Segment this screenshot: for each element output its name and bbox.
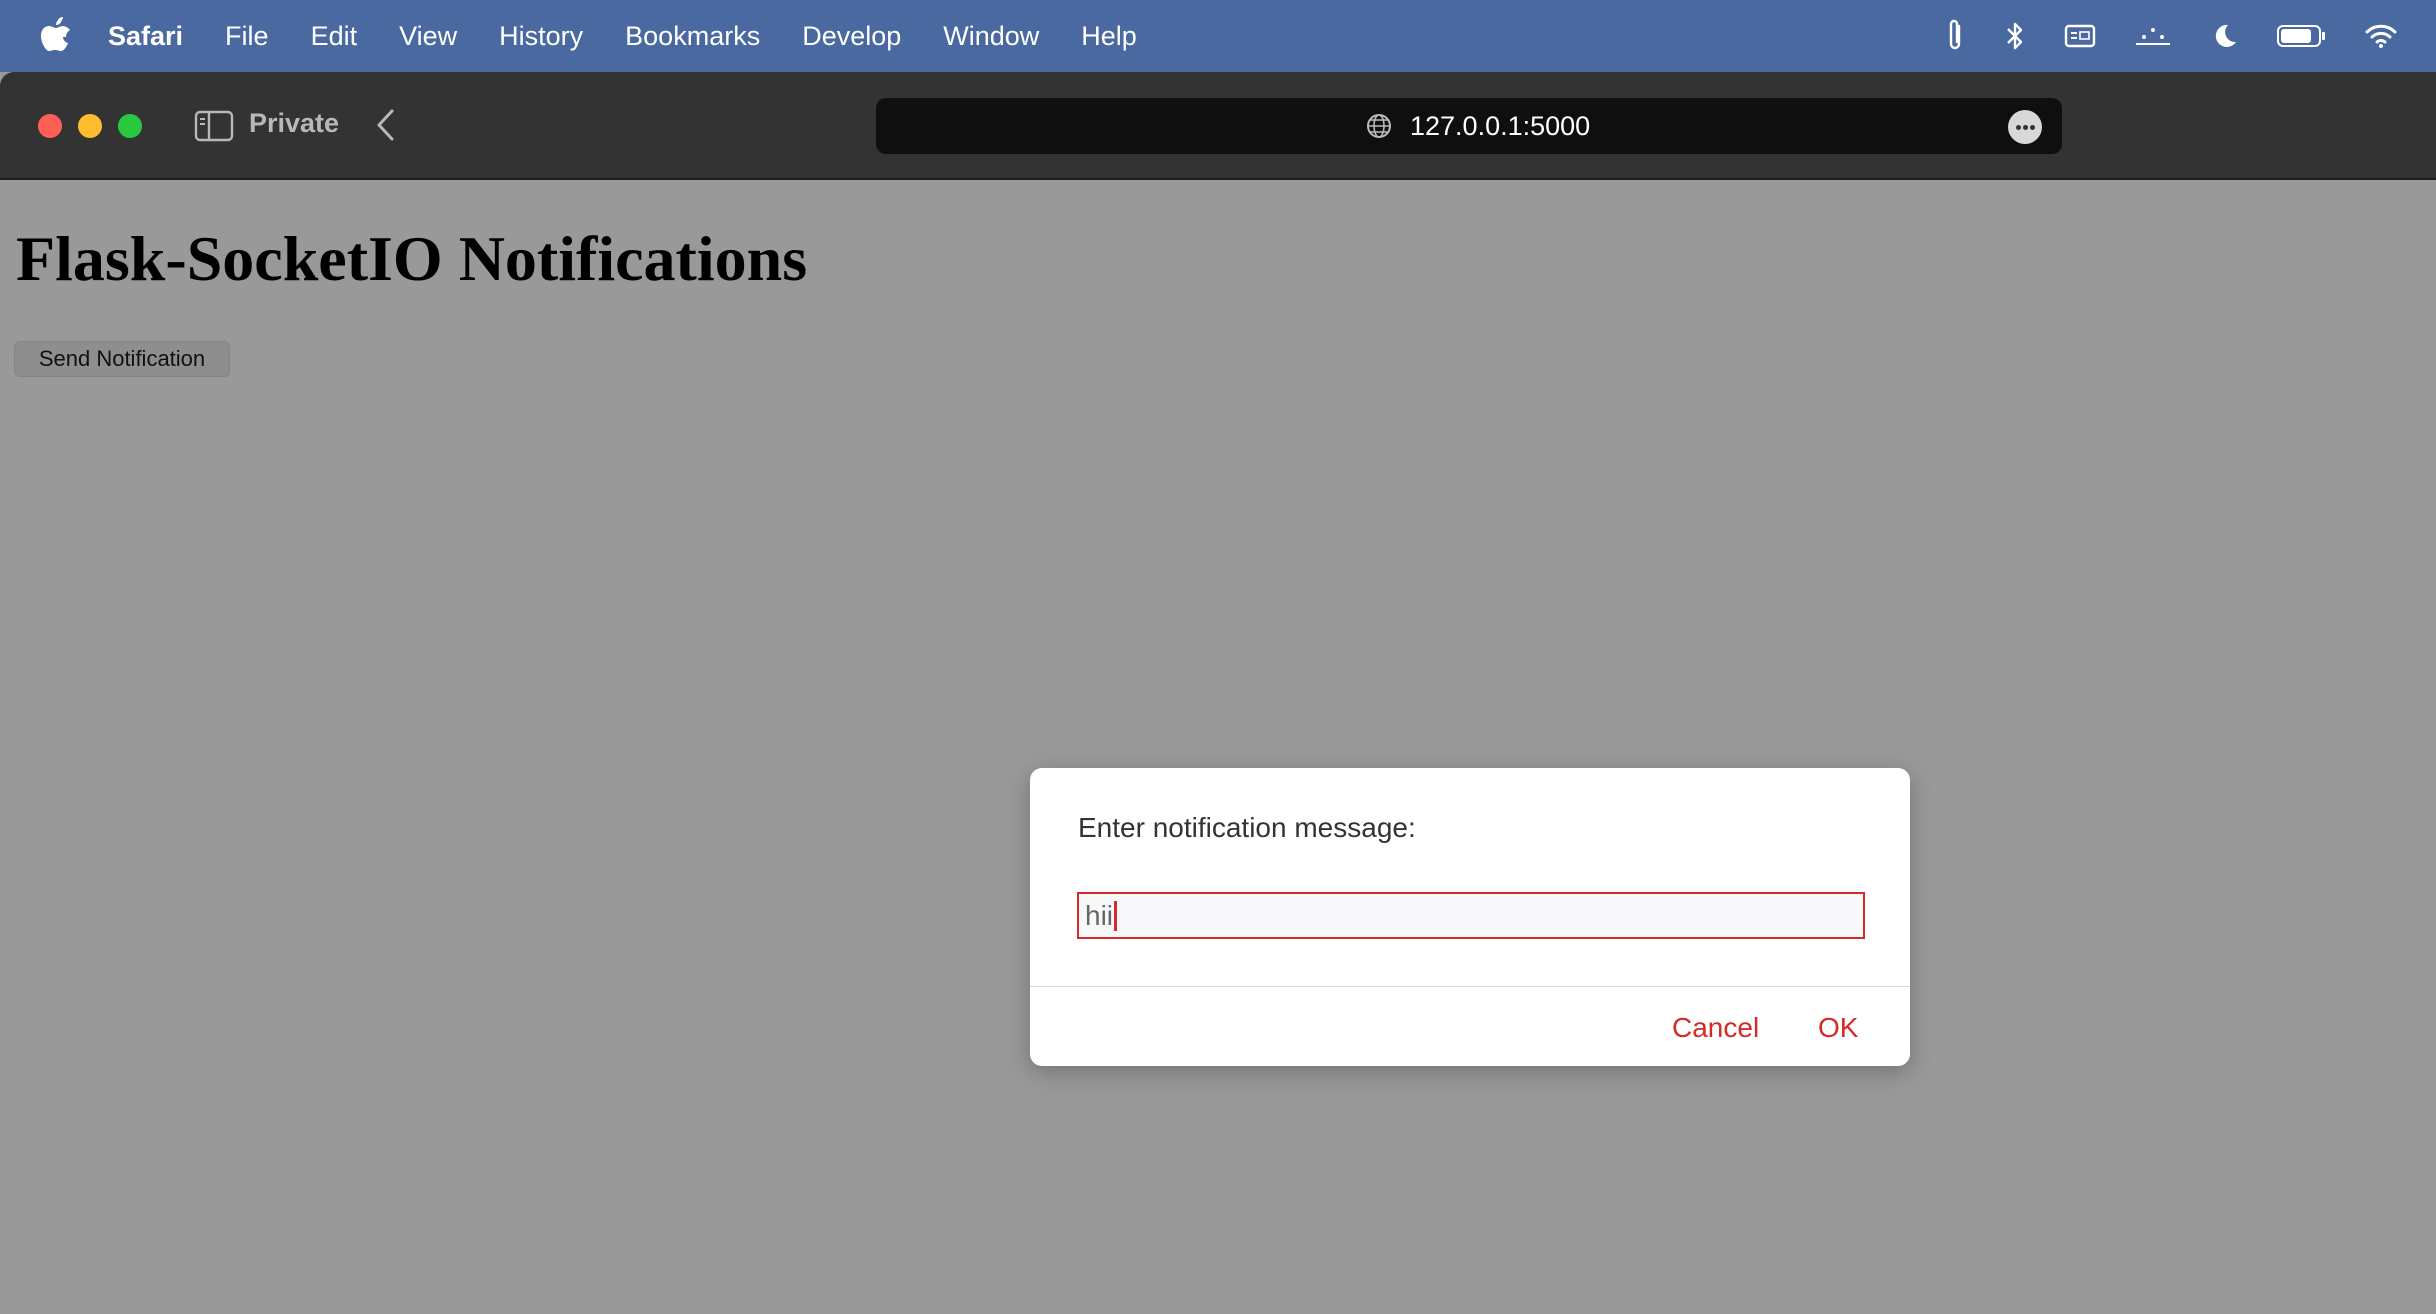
menu-app-safari[interactable]: Safari [108, 21, 183, 52]
paperclip-icon[interactable] [1944, 18, 1966, 54]
wifi-icon[interactable] [2364, 23, 2398, 49]
url-text[interactable]: 127.0.0.1:5000 [1410, 111, 1590, 142]
keyboard-icon[interactable] [2064, 23, 2096, 49]
apple-icon[interactable] [38, 17, 72, 55]
prompt-dialog: Enter notification message: hii Cancel O… [1030, 768, 1910, 1066]
battery-icon[interactable] [2276, 23, 2326, 49]
moon-icon[interactable] [2210, 22, 2238, 50]
menu-window[interactable]: Window [943, 21, 1039, 52]
sidebar-toggle-icon[interactable] [194, 110, 234, 142]
menu-file[interactable]: File [225, 21, 269, 52]
menu-view[interactable]: View [399, 21, 457, 52]
menu-history[interactable]: History [499, 21, 583, 52]
zoom-window-button[interactable] [118, 114, 142, 138]
private-mode-label: Private [249, 108, 340, 138]
menu-help[interactable]: Help [1081, 21, 1137, 52]
dialog-divider [1030, 986, 1910, 987]
address-bar[interactable]: 127.0.0.1:5000 [876, 98, 2062, 154]
menu-bar: Safari File Edit View History Bookmarks … [0, 0, 2436, 72]
page-title: Flask-SocketIO Notifications [16, 223, 808, 294]
menu-develop[interactable]: Develop [802, 21, 901, 52]
browser-toolbar: Private 127.0.0.1:5000 [0, 72, 2436, 180]
dialog-message: Enter notification message: [1078, 812, 1416, 843]
send-notification-button[interactable]: Send Notification [14, 341, 230, 377]
status-area [1944, 0, 2436, 72]
menu-bookmarks[interactable]: Bookmarks [625, 21, 760, 52]
notification-message-input[interactable]: hii [1077, 892, 1865, 939]
menu-edit[interactable]: Edit [311, 21, 358, 52]
globe-icon [1367, 114, 1391, 138]
focus-dots-icon[interactable] [2134, 24, 2172, 48]
web-page: Flask-SocketIO Notifications Send Notifi… [0, 180, 2436, 1314]
close-window-button[interactable] [38, 114, 62, 138]
more-options-icon[interactable] [2008, 110, 2042, 144]
text-cursor [1114, 900, 1118, 931]
window-controls [38, 114, 158, 138]
input-value: hii [1085, 900, 1114, 931]
ok-button[interactable]: OK [1818, 1012, 1858, 1044]
back-chevron-icon[interactable] [374, 108, 396, 142]
cancel-button[interactable]: Cancel [1672, 1012, 1759, 1044]
minimize-window-button[interactable] [78, 114, 102, 138]
bluetooth-icon[interactable] [2004, 20, 2026, 52]
